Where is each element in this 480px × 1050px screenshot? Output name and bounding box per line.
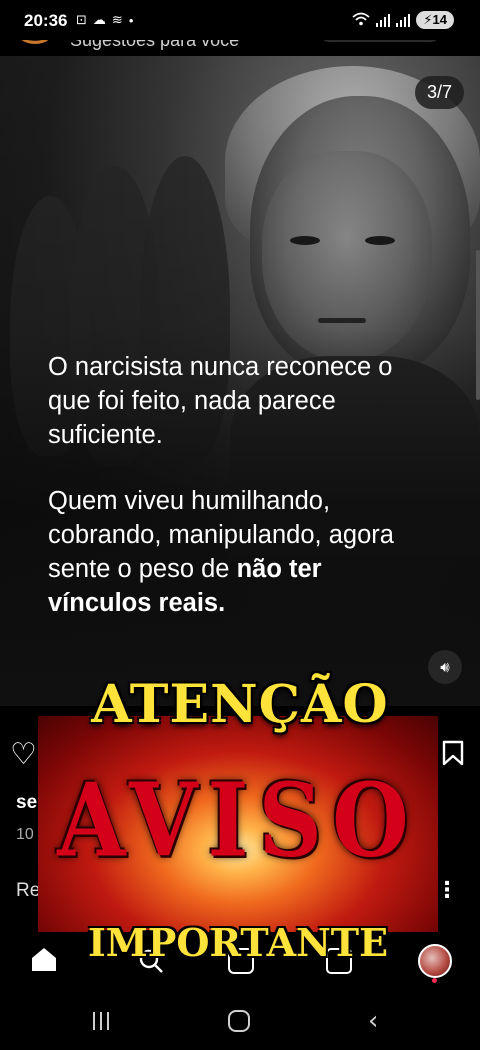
bookmark-icon[interactable] <box>442 740 464 771</box>
status-icons-right: ⚡14 <box>352 11 454 29</box>
home-button-icon[interactable] <box>228 1010 250 1032</box>
wifi-icon <box>352 12 370 29</box>
status-icons-left: ⊡ ☁ ≋ • <box>76 12 133 28</box>
nfc-icon: ≋ <box>111 12 123 27</box>
cloud-icon: ☁ <box>92 12 106 27</box>
status-bar: 20:36 ⊡ ☁ ≋ • ⚡14 <box>0 0 480 40</box>
likes-count[interactable]: 10 <box>16 826 34 844</box>
screen-record-icon: ⊡ <box>76 12 87 27</box>
post-paragraph-1: O narcisista nunca reconece o que foi fe… <box>48 350 438 452</box>
post-paragraph-2-bold: não ter <box>236 555 322 583</box>
more-options-icon[interactable]: ⋮ <box>436 879 458 901</box>
heart-icon[interactable]: ♡ <box>10 740 37 770</box>
post-paragraph-1-text: O narcisista nunca reconece o que foi fe… <box>48 353 393 449</box>
dot-icon: • <box>128 12 134 28</box>
scroll-indicator[interactable] <box>476 250 480 400</box>
carousel-counter: 3/7 <box>414 76 464 109</box>
battery-charging-icon: ⚡14 <box>416 11 454 29</box>
sticker-warning-text: AVISO <box>57 760 419 880</box>
recents-icon[interactable] <box>93 1012 109 1030</box>
sticker-attention-text: ATENÇÃO <box>91 674 389 735</box>
post-paragraph-2-line: Quem viveu humilhando, <box>48 487 331 515</box>
back-icon[interactable]: ‹ <box>368 1006 378 1036</box>
sticker-important-text: IMPORTANTE <box>87 920 389 965</box>
battery-level: 14 <box>432 12 447 27</box>
notification-dot <box>432 978 437 983</box>
signal-icon <box>396 13 411 27</box>
speaker-icon: 🔊︎ <box>440 658 450 676</box>
post-paragraph-2-bold: vínculos reais. <box>48 589 226 617</box>
post-paragraph-2: Quem viveu humilhando, cobrando, manipul… <box>48 484 394 620</box>
system-nav-bar: ‹ <box>0 990 480 1050</box>
post-image[interactable]: 3/7 O narcisista nunca reconece o que fo… <box>0 56 480 706</box>
post-paragraph-2-line: cobrando, manipulando, agora <box>48 521 394 549</box>
signal-icon <box>376 13 391 27</box>
reply-link[interactable]: Re <box>16 880 40 902</box>
post-username[interactable]: se <box>16 792 37 814</box>
post-paragraph-2-line: sente o peso de <box>48 555 237 583</box>
status-time: 20:36 <box>24 11 68 30</box>
